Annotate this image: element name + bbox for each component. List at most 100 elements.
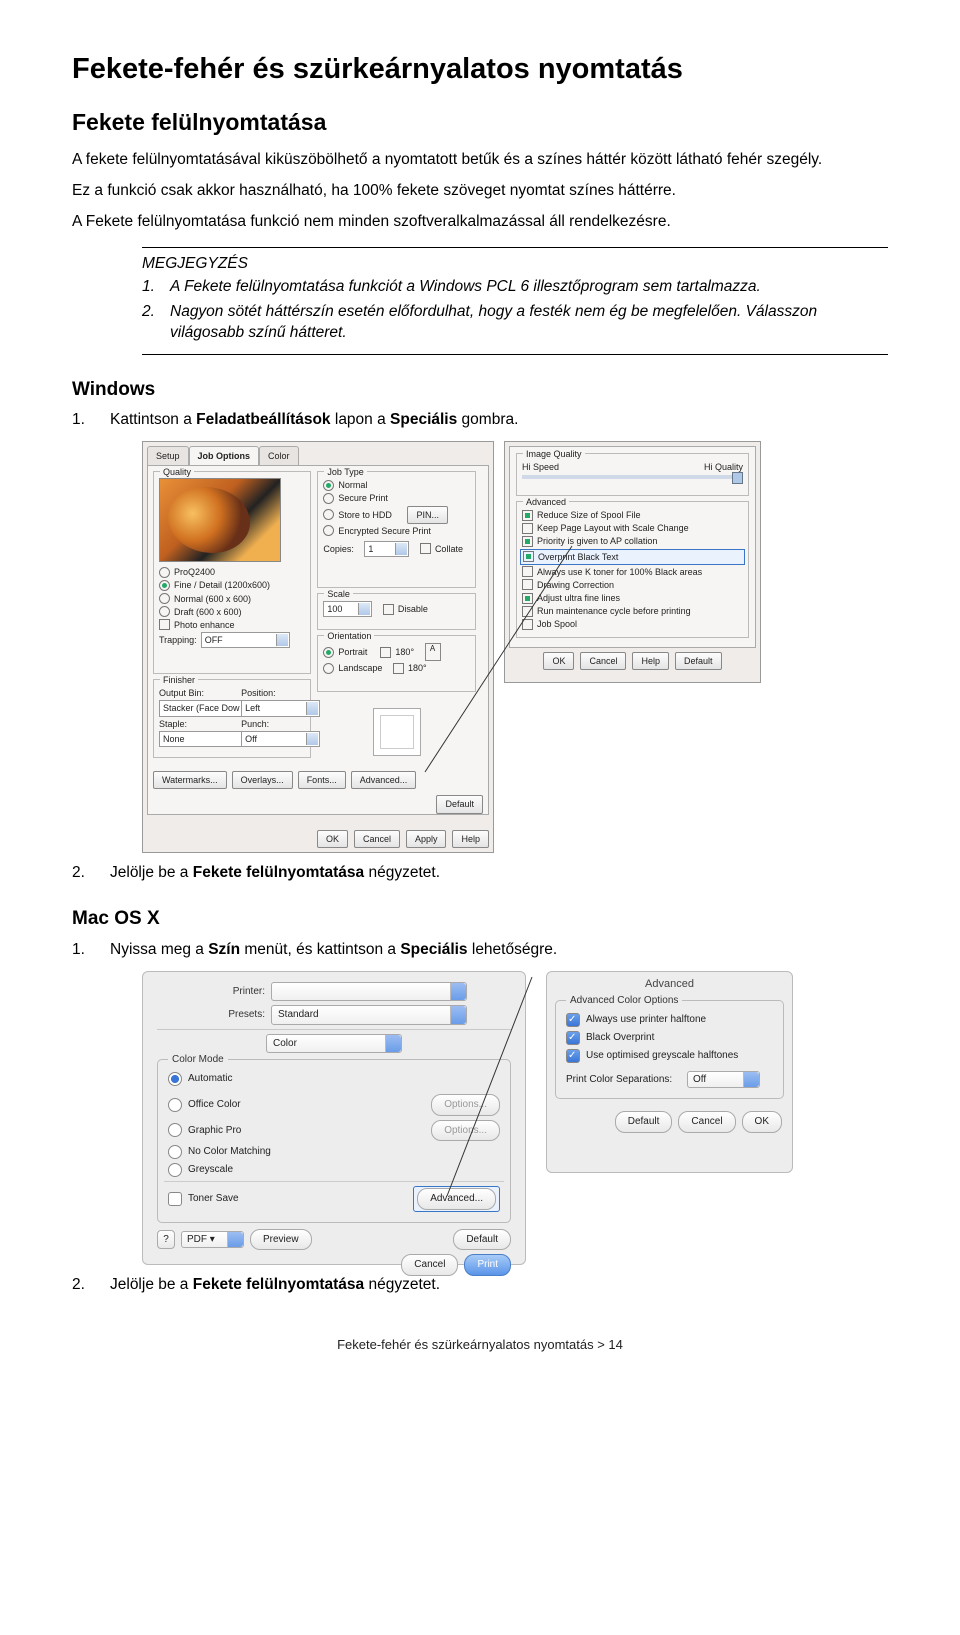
radio-office-color[interactable] (168, 1098, 182, 1112)
input-copies[interactable]: 1 (364, 541, 409, 557)
help-button[interactable]: Help (632, 652, 669, 670)
radio-store-hdd[interactable] (323, 509, 334, 520)
checkbox-180b[interactable] (393, 663, 404, 674)
tab-job-options[interactable]: Job Options (189, 446, 260, 465)
radio-secure-print[interactable] (323, 493, 334, 504)
tab-color[interactable]: Color (259, 446, 299, 465)
radio-landscape[interactable] (323, 663, 334, 674)
step-text: Jelölje be a Fekete felülnyomtatása négy… (110, 863, 440, 884)
radio-portrait[interactable] (323, 647, 334, 658)
select-trapping[interactable]: OFF (201, 632, 290, 648)
mac-advanced-dialog: Advanced Advanced Color Options Always u… (546, 971, 793, 1173)
intro-paragraph: A fekete felülnyomtatásával kiküszöbölhe… (72, 150, 888, 171)
group-color-mode: Color Mode (168, 1053, 228, 1067)
radio-draft[interactable] (159, 606, 170, 617)
page-title: Fekete-fehér és szürkeárnyalatos nyomtat… (72, 50, 888, 89)
step-text: Jelölje be a Fekete felülnyomtatása négy… (110, 1275, 440, 1296)
pdf-dropdown[interactable]: PDF ▾ (181, 1231, 244, 1249)
default-button[interactable]: Default (675, 652, 722, 670)
checkbox-collate[interactable] (420, 543, 431, 554)
help-button[interactable]: Help (452, 830, 489, 848)
radio-job-normal[interactable] (323, 480, 334, 491)
group-orientation: Orientation (324, 630, 374, 642)
fonts-button[interactable]: Fonts... (298, 771, 346, 789)
checkbox-disable-scale[interactable] (383, 604, 394, 615)
checkbox-overprint-black[interactable] (523, 551, 534, 562)
checkbox-black-overprint[interactable] (566, 1031, 580, 1045)
cancel-button[interactable]: Cancel (401, 1254, 458, 1276)
finisher-icon (373, 708, 421, 756)
step-number: 2. (72, 1275, 110, 1296)
ok-button[interactable]: OK (317, 830, 348, 848)
checkbox-job-spool[interactable] (522, 619, 533, 630)
radio-fine[interactable] (159, 580, 170, 591)
select-presets[interactable]: Standard (271, 1005, 467, 1025)
checkbox-priority-ap[interactable] (522, 536, 533, 547)
default-button[interactable]: Default (453, 1229, 511, 1251)
checkbox-ultra-fine[interactable] (522, 593, 533, 604)
help-icon[interactable]: ? (157, 1230, 175, 1250)
radio-proq[interactable] (159, 567, 170, 578)
checkbox-drawing-correction[interactable] (522, 579, 533, 590)
radio-automatic[interactable] (168, 1072, 182, 1086)
select-position[interactable]: Left (241, 700, 320, 716)
checkbox-180a[interactable] (380, 647, 391, 658)
cancel-button[interactable]: Cancel (580, 652, 626, 670)
mac-advanced-button[interactable]: Advanced... (417, 1188, 496, 1210)
note-text: Nagyon sötét háttérszín esetén előfordul… (170, 302, 888, 344)
list-number: 1. (142, 277, 170, 298)
step-number: 2. (72, 863, 110, 884)
mac-print-dialog: Printer: Presets: Standard Color Color M… (142, 971, 526, 1265)
checkbox-printer-halftone[interactable] (566, 1013, 580, 1027)
radio-no-color-matching[interactable] (168, 1145, 182, 1159)
checkbox-k-toner[interactable] (522, 566, 533, 577)
macosx-heading: Mac OS X (72, 906, 888, 932)
tab-setup[interactable]: Setup (147, 446, 189, 465)
default-button[interactable]: Default (615, 1111, 673, 1133)
overlays-button[interactable]: Overlays... (232, 771, 293, 789)
watermarks-button[interactable]: Watermarks... (153, 771, 227, 789)
step-number: 1. (72, 940, 110, 961)
checkbox-toner-save[interactable] (168, 1192, 182, 1206)
advanced-dialog: Image Quality Hi SpeedHi Quality Advance… (504, 441, 761, 683)
print-button[interactable]: Print (464, 1254, 511, 1276)
apply-button[interactable]: Apply (406, 830, 447, 848)
cancel-button[interactable]: Cancel (678, 1111, 735, 1133)
checkbox-photo-enhance[interactable] (159, 619, 170, 630)
select-panel-menu[interactable]: Color (266, 1034, 402, 1054)
select-printer[interactable] (271, 982, 467, 1002)
default-button[interactable]: Default (436, 795, 483, 813)
checkbox-optimised-greyscale[interactable] (566, 1049, 580, 1063)
radio-encrypted[interactable] (323, 525, 334, 536)
ok-button[interactable]: OK (543, 652, 574, 670)
checkbox-maintenance[interactable] (522, 606, 533, 617)
input-scale[interactable]: 100 (323, 601, 372, 617)
section-heading: Fekete felülnyomtatása (72, 107, 888, 138)
options-office-button[interactable]: Options... (431, 1094, 500, 1116)
cancel-button[interactable]: Cancel (354, 830, 400, 848)
group-adv-color-options: Advanced Color Options (566, 994, 682, 1008)
figure-windows-dialogs: Setup Job Options Color Quality ProQ2400… (142, 441, 888, 853)
ok-button[interactable]: OK (742, 1111, 782, 1133)
job-options-dialog: Setup Job Options Color Quality ProQ2400… (142, 441, 494, 853)
note-block: MEGJEGYZÉS 1.A Fekete felülnyomtatása fu… (142, 247, 888, 355)
preview-button[interactable]: Preview (250, 1229, 312, 1251)
radio-graphic-pro[interactable] (168, 1123, 182, 1137)
select-punch[interactable]: Off (241, 731, 320, 747)
radio-greyscale[interactable] (168, 1163, 182, 1177)
checkbox-reduce-spool[interactable] (522, 510, 533, 521)
step: 1. Kattintson a Feladatbeállítások lapon… (72, 410, 888, 431)
options-graphic-button[interactable]: Options... (431, 1120, 500, 1142)
step: 1. Nyissa meg a Szín menüt, és kattintso… (72, 940, 888, 961)
preview-thumbnail (159, 478, 281, 562)
radio-normal[interactable] (159, 593, 170, 604)
checkbox-keep-layout[interactable] (522, 523, 533, 534)
select-separations[interactable]: Off (687, 1071, 760, 1089)
step-number: 1. (72, 410, 110, 431)
step: 2. Jelölje be a Fekete felülnyomtatása n… (72, 863, 888, 884)
pin-button[interactable]: PIN... (407, 506, 448, 524)
quality-slider[interactable] (522, 475, 743, 479)
list-number: 2. (142, 302, 170, 344)
advanced-button[interactable]: Advanced... (351, 771, 417, 789)
note-title: MEGJEGYZÉS (142, 254, 888, 275)
